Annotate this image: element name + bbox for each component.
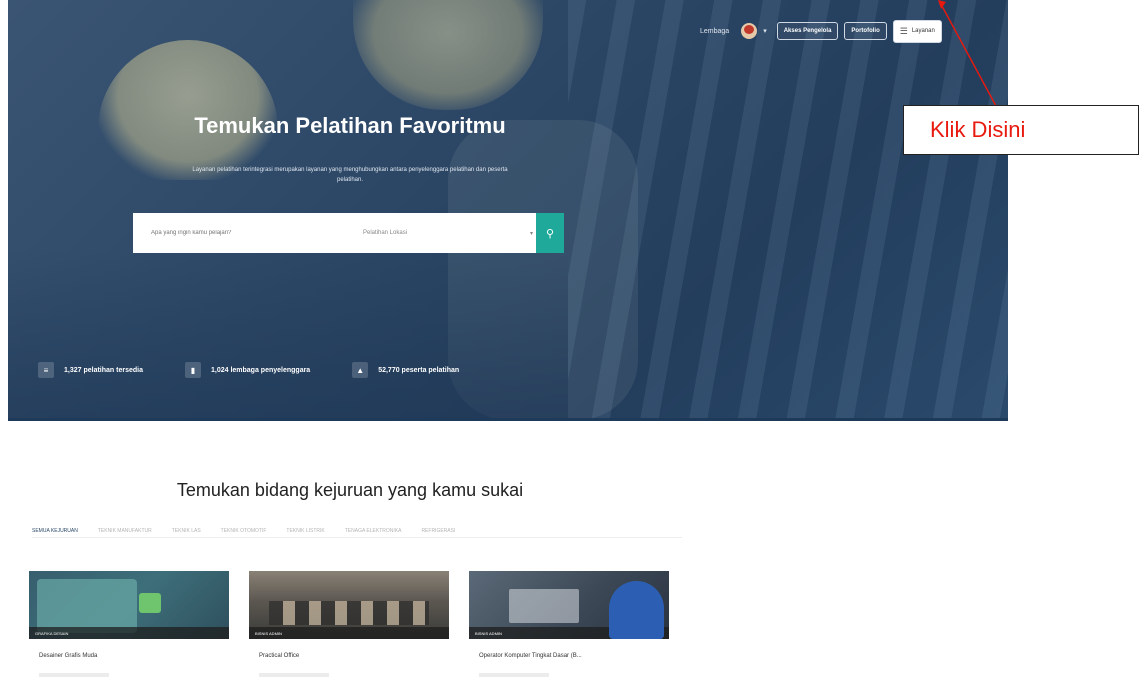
portofolio-button[interactable]: Portofolio [844,22,887,40]
hero-background-helmet-left [98,40,278,180]
tab-semua-kejuruan[interactable]: Semua Kejuruan [32,528,78,534]
avatar[interactable] [741,23,758,39]
course-card-title[interactable]: Desainer Grafis Muda [39,653,229,659]
hero-background-shade [8,250,568,421]
akses-pengelola-button[interactable]: Akses Pengelola [776,22,839,40]
hero-banner [8,0,1008,421]
course-card-meta-placeholder [479,673,549,677]
building-icon: ▮ [184,362,201,378]
stat-lembaga-label: 1,024 lembaga penyelenggara [210,366,311,374]
tab-teknik-otomotif[interactable]: Teknik Otomotif [221,528,267,534]
hero-bottom-border [8,418,1008,421]
course-card-title[interactable]: Practical Office [259,653,449,659]
course-card-meta-placeholder [259,673,329,677]
section-title: Temukan bidang kejuruan yang kamu sukai [176,480,524,500]
tabs-divider [32,537,682,538]
tab-refrigerasi[interactable]: Refrigerasi [421,528,455,534]
stat-pelatihan: ≡ 1,327 pelatihan tersedia [38,362,143,378]
stat-peserta: ▲ 52,770 peserta pelatihan [352,362,459,378]
tab-teknik-las[interactable]: Teknik Las [172,528,201,534]
search-icon: ⚲ [545,227,555,240]
course-card-image: Grafika Desain [29,571,229,639]
course-card-image: Bisnis Admin [249,571,449,639]
hamburger-icon: ☰ [899,25,908,36]
course-card-meta-placeholder [39,673,109,677]
search-bar: Pelatihan Lokasi ▾ ⚲ [133,213,564,253]
hero-background-helmet-right [353,0,543,110]
tab-teknik-listrik[interactable]: Teknik Listrik [286,528,324,534]
course-card-tag: Bisnis Admin [249,627,449,639]
course-card-tag: Grafika Desain [29,627,229,639]
stats-bar: ≡ 1,327 pelatihan tersedia ▮ 1,024 lemba… [38,362,459,378]
search-button[interactable]: ⚲ [536,213,564,253]
location-select-value: Pelatihan Lokasi [363,230,408,236]
stat-pelatihan-label: 1,327 pelatihan tersedia [64,366,143,374]
category-tabs: Semua Kejuruan Teknik Manufaktur Teknik … [32,528,455,534]
layanan-menu-button[interactable]: ☰ Layanan [892,19,942,43]
chevron-down-icon: ▾ [529,230,533,237]
stat-lembaga: ▮ 1,024 lembaga penyelenggara [184,362,311,378]
course-card[interactable]: Grafika Desain Desainer Grafis Muda [29,571,229,681]
location-select[interactable]: Pelatihan Lokasi ▾ [363,230,533,237]
chevron-down-icon[interactable]: ▾ [763,27,767,35]
hero-subtitle: Layanan pelatihan terintegrasi merupakan… [192,167,508,183]
hero-title: Temukan Pelatihan Favoritmu [194,113,506,138]
tab-tenaga-elektronika[interactable]: Tenaga Elektronika [345,528,402,534]
graduation-cap-icon: ▲ [352,362,369,378]
course-card-tag: Bisnis Admin [469,627,669,639]
search-input[interactable] [149,229,339,237]
tab-teknik-manufaktur[interactable]: Teknik Manufaktur [98,528,152,534]
stat-peserta-label: 52,770 peserta pelatihan [378,366,460,374]
list-icon: ≡ [38,362,54,378]
course-card[interactable]: Bisnis Admin Operator Komputer Tingkat D… [469,571,669,681]
annotation-callout: Klik Disini [903,105,1139,155]
course-card-title[interactable]: Operator Komputer Tingkat Dasar (B... [479,653,669,659]
nav-link-lembaga[interactable]: Lembaga [700,28,729,35]
course-card-image: Bisnis Admin [469,571,669,639]
top-navigation: Lembaga ▾ Akses Pengelola Portofolio ☰ L… [700,19,942,43]
course-card[interactable]: Bisnis Admin Practical Office [249,571,449,681]
layanan-menu-label: Layanan [911,28,935,34]
course-cards: Grafika Desain Desainer Grafis Muda Bisn… [29,571,669,681]
